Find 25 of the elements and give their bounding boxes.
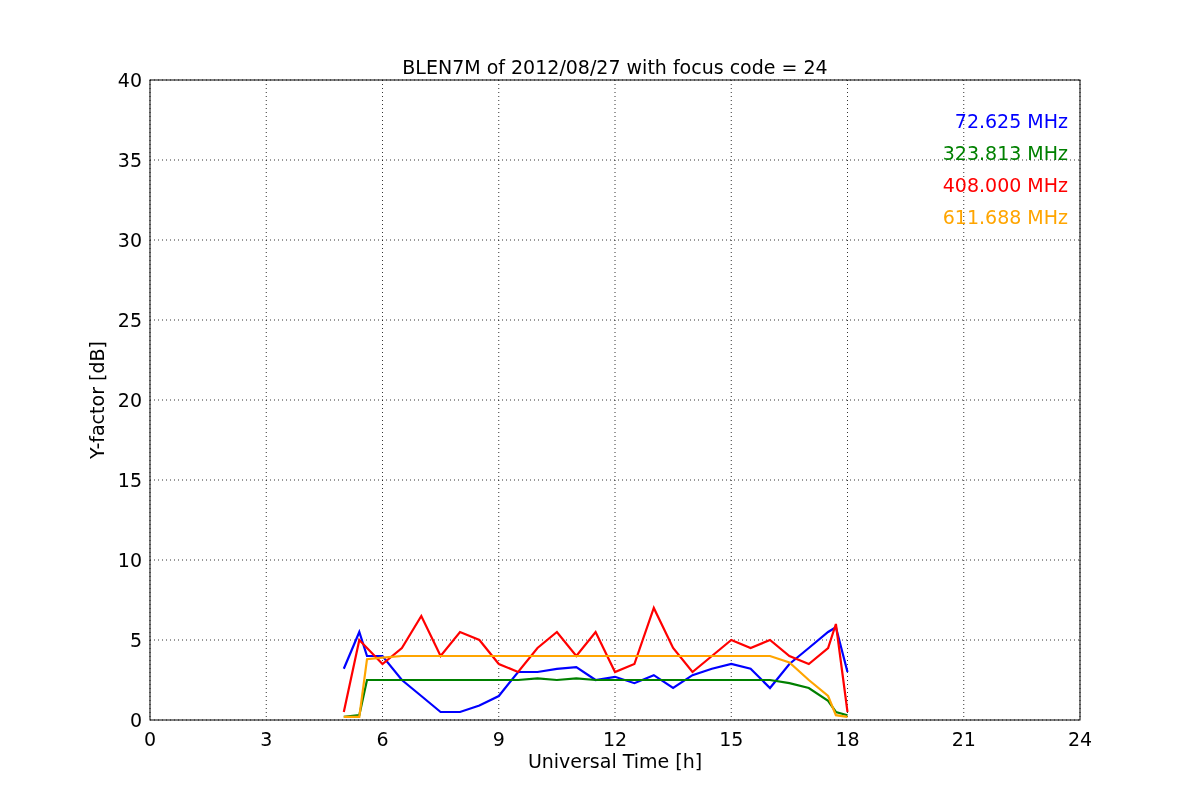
y-tick-label: 40	[117, 69, 142, 91]
y-tick-label: 15	[117, 469, 142, 491]
x-tick-label: 9	[492, 728, 505, 750]
y-axis-label: Y-factor [dB]	[86, 341, 108, 459]
legend-label: 408.000 MHz	[942, 174, 1068, 196]
x-tick-label: 6	[376, 728, 389, 750]
x-tick-label: 0	[143, 728, 157, 750]
x-tick-label: 15	[719, 728, 744, 750]
y-tick-label: 20	[117, 389, 142, 411]
x-tick-label: 18	[835, 728, 860, 750]
x-tick-label: 24	[1067, 728, 1093, 750]
x-tick-label: 3	[260, 728, 273, 750]
x-tick-label: 21	[951, 728, 976, 750]
y-tick-label: 5	[129, 629, 142, 651]
y-tick-label: 10	[117, 549, 142, 571]
chart-title: BLEN7M of 2012/08/27 with focus code = 24	[402, 56, 828, 78]
y-tick-label: 25	[117, 309, 142, 331]
x-axis-label: Universal Time [h]	[527, 750, 703, 772]
legend-label: 72.625 MHz	[954, 110, 1068, 132]
y-tick-label: 30	[117, 229, 142, 251]
x-tick-label: 12	[602, 728, 628, 750]
y-tick-label: 0	[129, 709, 142, 731]
y-tick-label: 35	[117, 149, 142, 171]
legend-label: 611.688 MHz	[942, 206, 1068, 228]
legend-label: 323.813 MHz	[942, 142, 1068, 164]
